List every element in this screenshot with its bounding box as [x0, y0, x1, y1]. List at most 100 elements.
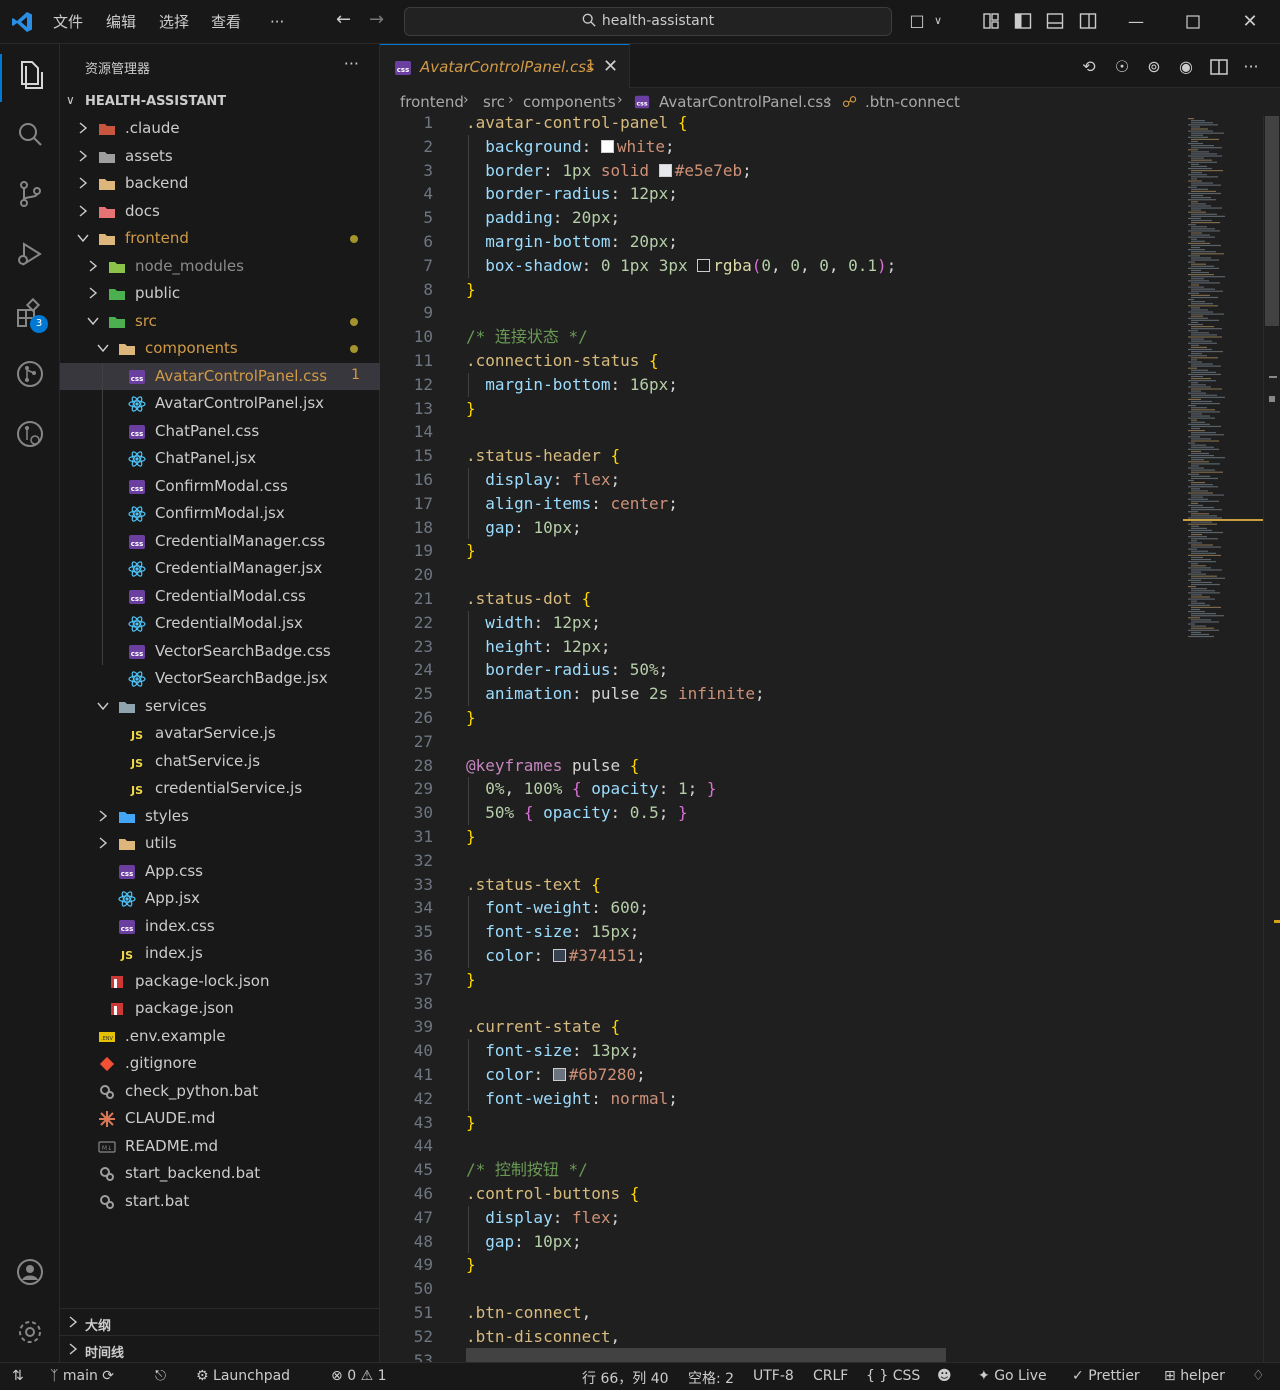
vertical-scrollbar[interactable]	[1263, 116, 1280, 1362]
encoding-status[interactable]: UTF-8	[753, 1368, 794, 1384]
timeline-section[interactable]: 时间线	[60, 1335, 380, 1362]
menu-selection[interactable]: 选择	[159, 0, 189, 44]
file-confirmmodal-jsx[interactable]: ConfirmModal.jsx	[60, 500, 380, 528]
breadcrumb-components[interactable]: components	[523, 93, 616, 111]
folder-components[interactable]: components	[60, 335, 380, 363]
search-sidebar-icon[interactable]	[12, 116, 48, 152]
file-credentialmodal-jsx[interactable]: CredentialModal.jsx	[60, 610, 380, 638]
file-credentialmodal-css[interactable]: css CredentialModal.css	[60, 583, 380, 611]
scrollbar-thumb[interactable]	[1265, 116, 1279, 326]
commit-forward-icon[interactable]: ⊚	[1143, 56, 1165, 78]
toggle-primary-sidebar-icon[interactable]	[1013, 11, 1033, 31]
color-swatch[interactable]	[697, 258, 711, 272]
menu-edit[interactable]: 编辑	[106, 0, 136, 44]
explorer-icon[interactable]	[12, 56, 48, 92]
file-vectorsearchbadge-jsx[interactable]: VectorSearchBadge.jsx	[60, 665, 380, 693]
folder-public[interactable]: public	[60, 280, 380, 308]
close-window-icon[interactable]: ✕	[1235, 8, 1265, 36]
extensions-icon[interactable]: 3	[12, 296, 48, 333]
file-check-python-bat[interactable]: check_python.bat	[60, 1078, 380, 1106]
code-editor[interactable]: 1 .avatar-control-panel {2 background: wh…	[380, 116, 1280, 1362]
folder-assets[interactable]: assets	[60, 143, 380, 171]
tab-avatar-control-panel-css[interactable]: css AvatarControlPanel.css 1 ✕	[380, 44, 630, 88]
helper-status[interactable]: ⊞ helper	[1164, 1368, 1225, 1384]
commit-icon[interactable]: ☉	[1111, 56, 1133, 78]
branch-status[interactable]: ᛉ main ⟳	[50, 1368, 114, 1384]
copilot-status-icon[interactable]: ☻	[937, 1368, 952, 1384]
folder-styles[interactable]: styles	[60, 803, 380, 831]
outline-section[interactable]: 大纲	[60, 1308, 380, 1335]
split-editor-icon[interactable]	[1208, 56, 1230, 78]
color-swatch[interactable]	[600, 139, 614, 153]
menu-view[interactable]: 查看	[211, 0, 241, 44]
file-avatarcontrolpanel-css[interactable]: css AvatarControlPanel.css 1	[60, 362, 380, 390]
breadcrumb-file[interactable]: AvatarControlPanel.css	[659, 93, 831, 111]
maximize-icon[interactable]	[1178, 8, 1208, 36]
horizontal-scrollbar[interactable]	[466, 1348, 946, 1362]
folder-frontend[interactable]: frontend	[60, 225, 380, 253]
timeline-back-icon[interactable]: ⟲	[1078, 56, 1100, 78]
command-center-search[interactable]: health-assistant	[404, 7, 892, 36]
go-live-status[interactable]: ✦ Go Live	[978, 1368, 1047, 1384]
eol-status[interactable]: CRLF	[813, 1368, 848, 1384]
file-chatpanel-jsx[interactable]: ChatPanel.jsx	[60, 445, 380, 473]
file-avatarcontrolpanel-jsx[interactable]: AvatarControlPanel.jsx	[60, 390, 380, 418]
folder-docs[interactable]: docs	[60, 198, 380, 226]
file-start-backend-bat[interactable]: start_backend.bat	[60, 1160, 380, 1188]
file-claude-md[interactable]: CLAUDE.md	[60, 1105, 380, 1133]
file-credentialmanager-jsx[interactable]: CredentialManager.jsx	[60, 555, 380, 583]
menu-file[interactable]: 文件	[53, 0, 83, 44]
file-env-example[interactable]: .ENV .env.example	[60, 1023, 380, 1051]
file-vectorsearchbadge-css[interactable]: css VectorSearchBadge.css	[60, 638, 380, 666]
source-control-icon[interactable]	[12, 176, 48, 212]
breadcrumb-symbol[interactable]: .btn-connect	[865, 93, 960, 111]
file-index-css[interactable]: css index.css	[60, 913, 380, 941]
file-avatarservice-js[interactable]: JS avatarService.js	[60, 720, 380, 748]
minimize-icon[interactable]: —	[1121, 8, 1151, 36]
folder-backend[interactable]: backend	[60, 170, 380, 198]
file-chatpanel-css[interactable]: css ChatPanel.css	[60, 418, 380, 446]
toggle-secondary-sidebar-icon[interactable]	[1078, 11, 1098, 31]
file-readme-md[interactable]: M↓ README.md	[60, 1133, 380, 1161]
folder-src[interactable]: src	[60, 308, 380, 336]
gitlens-compare-icon[interactable]: ◉	[1175, 56, 1197, 78]
indentation-status[interactable]: 空格: 2	[688, 1368, 734, 1388]
color-swatch[interactable]	[658, 163, 672, 177]
toggle-panel-icon[interactable]	[1045, 11, 1065, 31]
prettier-status[interactable]: ✓ Prettier	[1072, 1368, 1140, 1384]
gitlens-status-icon[interactable]: ⎋	[155, 1368, 166, 1384]
close-tab-icon[interactable]: ✕	[603, 56, 618, 77]
remote-icon[interactable]: ⇅	[12, 1368, 24, 1384]
customize-layout-icon[interactable]	[981, 11, 1001, 31]
file-start-bat[interactable]: start.bat	[60, 1188, 380, 1216]
breadcrumb-frontend[interactable]: frontend	[400, 93, 464, 111]
back-arrow-icon[interactable]: ←	[336, 9, 351, 30]
workspace-root[interactable]: ∨ HEALTH-ASSISTANT	[60, 88, 380, 115]
file-package-lock-json[interactable]: package-lock.json	[60, 968, 380, 996]
file-app-css[interactable]: css App.css	[60, 858, 380, 886]
copilot-chat-icon[interactable]: □	[907, 11, 927, 31]
run-debug-icon[interactable]	[12, 236, 48, 272]
file-credentialservice-js[interactable]: JS credentialService.js	[60, 775, 380, 803]
file-confirmmodal-css[interactable]: css ConfirmModal.css	[60, 473, 380, 501]
gitlens-icon[interactable]	[12, 356, 48, 392]
gitlens-inspect-icon[interactable]	[12, 416, 48, 452]
folder-services[interactable]: services	[60, 693, 380, 721]
minimap[interactable]	[1183, 116, 1263, 1362]
file-credentialmanager-css[interactable]: css CredentialManager.css	[60, 528, 380, 556]
file-app-jsx[interactable]: App.jsx	[60, 885, 380, 913]
launchpad-status[interactable]: ⚙ Launchpad	[196, 1368, 290, 1384]
cursor-position[interactable]: 行 66，列 40	[582, 1368, 669, 1388]
menu-more[interactable]: ···	[270, 0, 284, 44]
breadcrumb-src[interactable]: src	[483, 93, 505, 111]
more-actions-icon[interactable]: ···	[344, 54, 359, 73]
problems-status[interactable]: ⊗ 0 ⚠ 1	[331, 1368, 387, 1384]
file-chatservice-js[interactable]: JS chatService.js	[60, 748, 380, 776]
account-icon[interactable]	[12, 1254, 48, 1290]
color-swatch[interactable]	[552, 949, 566, 962]
chevron-down-icon[interactable]: ∨	[928, 11, 948, 31]
folder-claude[interactable]: .claude	[60, 115, 380, 143]
forward-arrow-icon[interactable]: →	[369, 9, 384, 30]
file-index-js[interactable]: JS index.js	[60, 940, 380, 968]
settings-gear-icon[interactable]	[12, 1314, 48, 1350]
